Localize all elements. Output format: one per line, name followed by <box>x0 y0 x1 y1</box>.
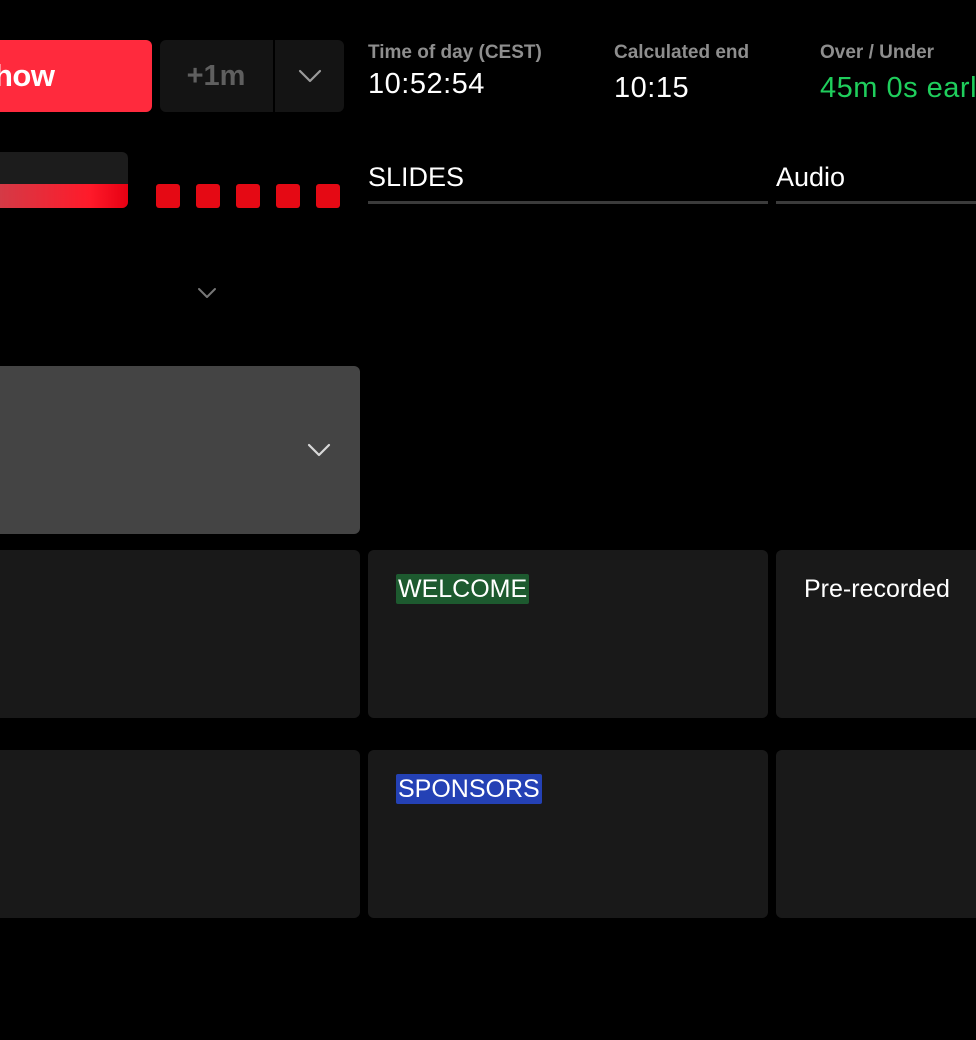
over-under-stat: Over / Under 45m 0s earl <box>820 42 976 105</box>
calculated-end-value: 10:15 <box>614 72 690 104</box>
add-one-minute-button[interactable]: +1m <box>160 40 272 112</box>
over-under-value: 45m 0s earl <box>820 72 976 104</box>
progress-segment <box>196 184 220 208</box>
column-header-slides[interactable]: SLIDES <box>368 156 768 204</box>
progress-segments <box>156 184 340 208</box>
over-under-label: Over / Under <box>820 42 935 63</box>
progress-segment <box>236 184 260 208</box>
calculated-end-label: Calculated end <box>614 42 750 63</box>
progress-bar <box>0 152 128 208</box>
column-header-label: SLIDES <box>368 162 465 192</box>
chevron-down-icon <box>298 69 321 83</box>
progress-fill <box>0 184 128 208</box>
row-2-cell-audio[interactable] <box>776 750 976 918</box>
add-time-control: +1m <box>160 40 344 112</box>
progress-segment <box>156 184 180 208</box>
row-2-cell-slides[interactable]: SPONSORS <box>368 750 768 918</box>
audio-cue-text: Pre-recorded <box>804 575 950 603</box>
collapse-toggle[interactable] <box>196 286 224 304</box>
column-header-audio[interactable]: Audio <box>776 156 976 204</box>
calculated-end-stat: Calculated end 10:15 <box>614 42 749 105</box>
progress-segment <box>276 184 300 208</box>
time-of-day-value: 10:52:54 <box>368 68 485 100</box>
slide-tag: WELCOME <box>396 574 530 604</box>
chevron-down-icon <box>307 443 331 457</box>
row-2-cell-main[interactable] <box>0 750 360 918</box>
dropdown-chevron <box>306 442 332 463</box>
chevron-down-icon <box>198 288 216 298</box>
row-1-cell-slides[interactable]: WELCOME <box>368 550 768 718</box>
add-time-menu-button[interactable] <box>275 40 344 112</box>
time-of-day-stat: Time of day (CEST) 10:52:54 <box>368 42 542 101</box>
time-of-day-label: Time of day (CEST) <box>368 42 542 63</box>
slide-tag: SPONSORS <box>396 774 542 804</box>
cue-dropdown[interactable] <box>0 366 360 534</box>
row-1-cell-main[interactable] <box>0 550 360 718</box>
show-button-label: how <box>0 58 55 93</box>
show-button[interactable]: how <box>0 40 152 112</box>
row-1-cell-audio[interactable]: Pre-recorded <box>776 550 976 718</box>
column-header-label: Audio <box>776 162 846 192</box>
progress-segment <box>316 184 340 208</box>
